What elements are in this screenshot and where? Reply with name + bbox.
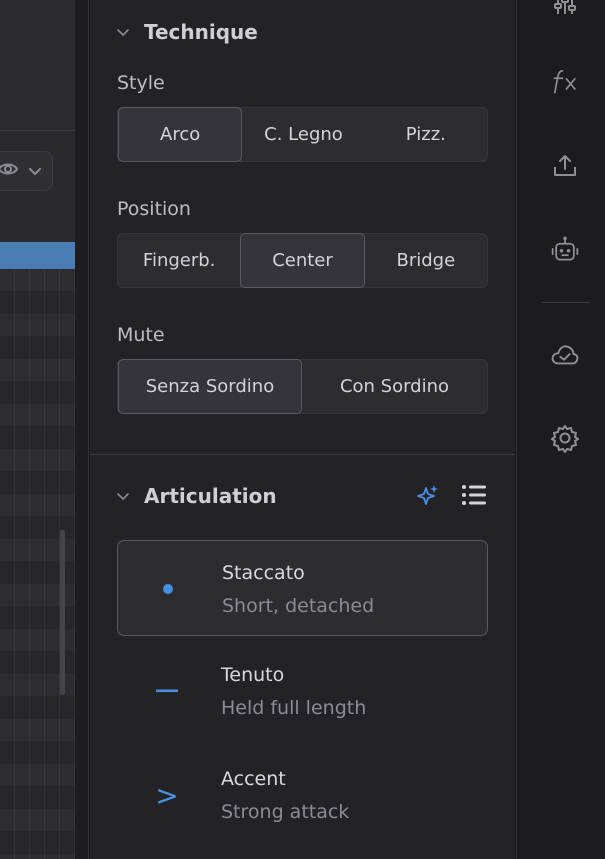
settings-gear-icon[interactable] <box>550 423 580 453</box>
position-option-center[interactable]: Center <box>240 233 365 288</box>
mixer-icon[interactable] <box>550 0 580 18</box>
cloud-check-icon[interactable] <box>550 340 580 370</box>
chevron-down-icon <box>28 162 42 181</box>
articulation-description: Held full length <box>221 697 367 719</box>
tool-rail <box>516 0 605 859</box>
mute-option-con-sordino[interactable]: Con Sordino <box>302 360 487 413</box>
mute-label: Mute <box>117 324 165 346</box>
articulation-tools <box>415 482 487 512</box>
position-option-fingerb[interactable]: Fingerb. <box>118 234 240 287</box>
eye-icon <box>0 161 19 181</box>
position-segmented-control: Fingerb. Center Bridge <box>117 233 488 288</box>
visibility-dropdown[interactable] <box>0 151 53 191</box>
position-label: Position <box>117 198 191 220</box>
chevron-down-icon <box>116 25 130 39</box>
robot-icon[interactable] <box>550 234 580 264</box>
pane-divider[interactable] <box>75 0 89 859</box>
technique-header[interactable]: Technique <box>116 20 258 44</box>
position-option-bridge[interactable]: Bridge <box>365 234 487 287</box>
articulation-header[interactable]: Articulation <box>116 484 277 508</box>
timeline-pane <box>0 0 75 859</box>
articulation-item-tenuto[interactable]: Tenuto Held full length <box>117 643 488 739</box>
articulation-name: Accent <box>221 768 286 790</box>
articulation-item-staccato[interactable]: Staccato Short, detached <box>117 540 488 636</box>
articulation-name: Tenuto <box>221 664 285 686</box>
section-title: Technique <box>144 20 258 44</box>
articulation-item-accent[interactable]: > Accent Strong attack <box>117 747 488 843</box>
vertical-scrollbar[interactable] <box>60 530 65 695</box>
mute-option-senza-sordino[interactable]: Senza Sordino <box>118 359 302 414</box>
style-option-c-legno[interactable]: C. Legno <box>242 108 364 161</box>
selected-track-band[interactable] <box>0 242 75 269</box>
dot-icon <box>156 577 180 601</box>
style-option-pizz[interactable]: Pizz. <box>365 108 487 161</box>
style-segmented-control: Arco C. Legno Pizz. <box>117 107 488 162</box>
dash-icon <box>155 679 179 703</box>
chevron-down-icon <box>116 489 130 503</box>
articulation-description: Strong attack <box>221 801 350 823</box>
articulation-description: Short, detached <box>222 595 375 617</box>
section-divider <box>90 454 515 455</box>
list-icon[interactable] <box>461 484 487 510</box>
inspector-panel: Technique Style Arco C. Legno Pizz. Posi… <box>90 0 515 859</box>
section-title: Articulation <box>144 484 277 508</box>
export-icon[interactable] <box>550 151 580 181</box>
style-option-arco[interactable]: Arco <box>118 107 243 162</box>
accent-symbol: > <box>155 778 179 812</box>
style-label: Style <box>117 72 165 94</box>
sparkle-icon[interactable] <box>415 482 441 512</box>
mute-segmented-control: Senza Sordino Con Sordino <box>117 359 488 414</box>
rail-divider <box>542 302 590 303</box>
fx-icon[interactable] <box>550 67 580 97</box>
timeline-toolbar <box>0 0 75 131</box>
articulation-name: Staccato <box>222 562 305 584</box>
